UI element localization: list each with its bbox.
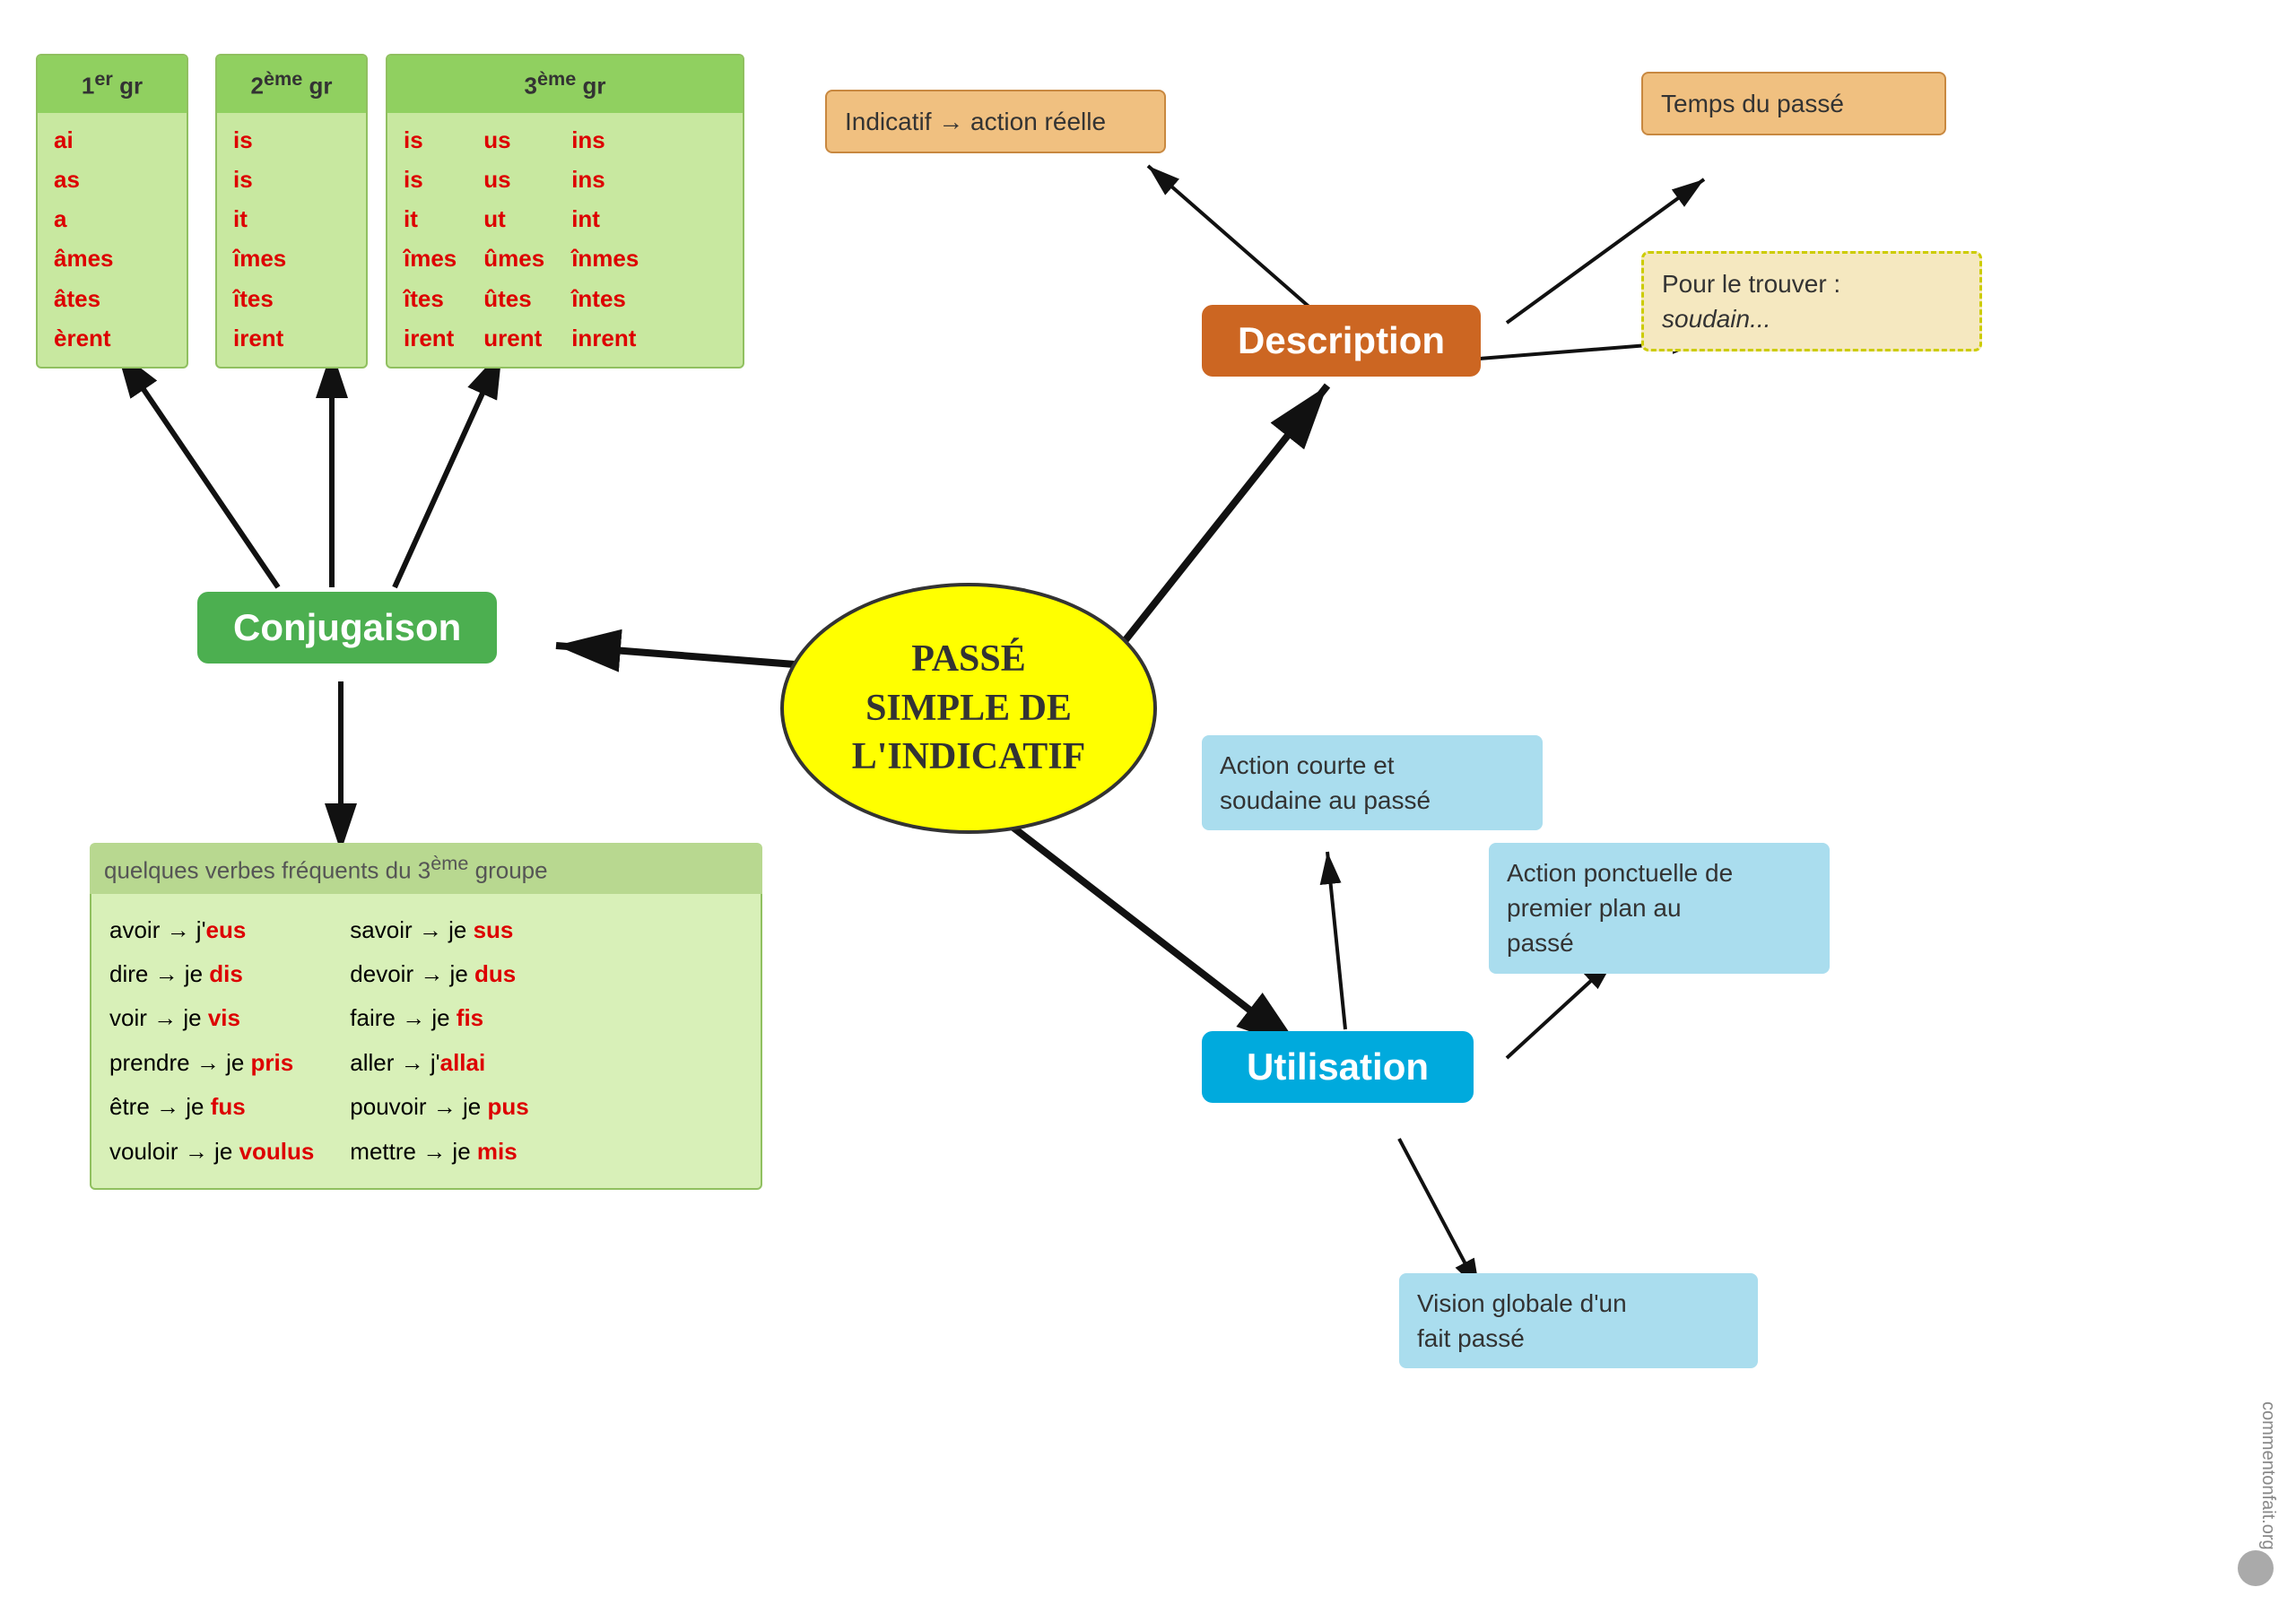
gr1-endings: ai as a âmes âtes èrent: [54, 120, 170, 358]
conjugaison-button: Conjugaison: [197, 592, 497, 664]
temps-passe-box: Temps du passé: [1641, 72, 1946, 135]
action-ponctuelle-box: Action ponctuelle depremier plan aupassé: [1489, 843, 1830, 974]
verbes-col2: savoir → je sus devoir → je dus faire → …: [350, 908, 528, 1174]
utilisation-label: Utilisation: [1247, 1045, 1429, 1088]
temps-passe-text: Temps du passé: [1661, 90, 1844, 117]
verbes-section: quelques verbes fréquents du 3ème groupe…: [90, 843, 762, 1190]
pour-trouver-box: Pour le trouver :soudain...: [1641, 251, 1982, 351]
gr3-header: 3ème gr: [387, 56, 743, 113]
soudain-text: soudain...: [1662, 305, 1770, 333]
watermark-icon: [2238, 1550, 2274, 1586]
conjugaison-label: Conjugaison: [233, 606, 461, 648]
gr1-header: 1er gr: [38, 56, 187, 113]
utilisation-button: Utilisation: [1202, 1031, 1474, 1103]
vision-globale-box: Vision globale d'unfait passé: [1399, 1273, 1758, 1368]
center-ellipse: Passésimple del'indicatif: [780, 583, 1157, 834]
watermark: commentonfait.org: [2257, 1401, 2278, 1550]
gr1-box: 1er gr ai as a âmes âtes èrent: [36, 54, 188, 369]
description-button: Description: [1202, 305, 1481, 377]
gr3-box: 3ème gr is is it îmes îtes irent us us u…: [386, 54, 744, 369]
gr2-header: 2ème gr: [217, 56, 366, 113]
indicatif-text: Indicatif → action réelle: [845, 108, 1106, 135]
gr2-box: 2ème gr is is it îmes îtes irent: [215, 54, 368, 369]
indicatif-box: Indicatif → action réelle: [825, 90, 1166, 153]
action-courte-text: Action courte etsoudaine au passé: [1220, 751, 1431, 814]
gr2-endings: is is it îmes îtes irent: [233, 120, 350, 358]
verbes-col1: avoir → j'eus dire → je dis voir → je vi…: [109, 908, 314, 1174]
description-label: Description: [1238, 319, 1445, 361]
gr3-endings: is is it îmes îtes irent us us ut ûmes û…: [404, 120, 726, 358]
pour-trouver-prefix: Pour le trouver :soudain...: [1662, 270, 1840, 333]
vision-globale-text: Vision globale d'unfait passé: [1417, 1289, 1627, 1352]
action-ponctuelle-text: Action ponctuelle depremier plan aupassé: [1507, 859, 1733, 957]
action-courte-box: Action courte etsoudaine au passé: [1202, 735, 1543, 830]
center-title: Passésimple del'indicatif: [852, 635, 1086, 782]
verbes-content: avoir → j'eus dire → je dis voir → je vi…: [90, 894, 762, 1190]
verbes-header: quelques verbes fréquents du 3ème groupe: [90, 843, 762, 894]
